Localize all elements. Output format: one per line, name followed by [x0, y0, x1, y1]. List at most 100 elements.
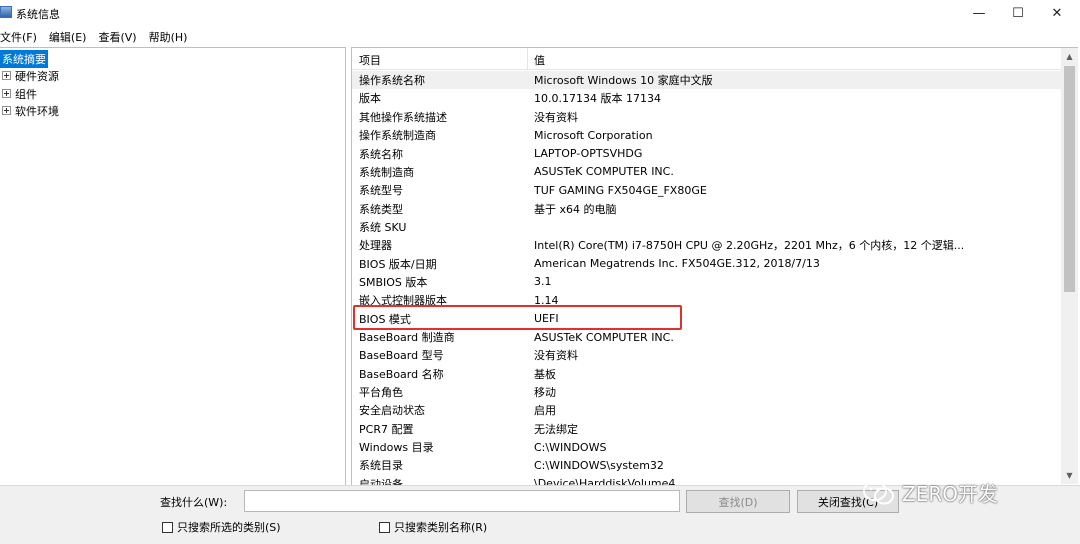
table-row[interactable]: 版本 10.0.17134 版本 17134: [352, 89, 1064, 107]
option-search-category-names[interactable]: 只搜索类别名称(R): [379, 519, 487, 535]
row-item-name: 平台角色: [359, 386, 403, 400]
expand-icon[interactable]: [2, 106, 11, 115]
wechat-logo-icon: [863, 480, 894, 504]
menu-file[interactable]: 文件(F): [0, 29, 43, 45]
details-list: 项目 值 操作系统名称 Microsoft Windows 10 家庭中文版 版本 1…: [351, 47, 1078, 485]
table-row[interactable]: 系统 SKU: [352, 218, 1064, 236]
table-row[interactable]: SMBIOS 版本 3.1: [352, 273, 1064, 291]
row-item-value: 1.14: [534, 293, 559, 307]
row-item-value: 启用: [534, 404, 556, 418]
window-title: 系统信息: [16, 8, 60, 21]
table-row[interactable]: BaseBoard 型号 没有资料: [352, 346, 1064, 364]
row-item-name: 其他操作系统描述: [359, 110, 447, 124]
row-item-value: Microsoft Corporation: [534, 128, 653, 142]
column-header-item[interactable]: 项目: [359, 52, 381, 68]
row-item-name: BIOS 模式: [359, 312, 411, 326]
table-row[interactable]: BIOS 版本/日期 American Megatrends Inc. FX504…: [352, 255, 1064, 273]
row-item-name: 处理器: [359, 239, 392, 253]
expand-icon[interactable]: [2, 89, 11, 98]
table-row[interactable]: 操作系统制造商 Microsoft Corporation: [352, 126, 1064, 144]
scroll-down-icon[interactable]: ▼: [1061, 467, 1078, 484]
row-item-name: BaseBoard 名称: [359, 367, 444, 381]
row-item-value: Intel(R) Core(TM) i7-8750H CPU @ 2.20GHz…: [534, 239, 965, 253]
table-row[interactable]: 系统类型 基于 x64 的电脑: [352, 199, 1064, 217]
minimize-icon: —: [972, 6, 986, 21]
row-item-value: 无法绑定: [534, 422, 578, 436]
table-row[interactable]: 其他操作系统描述 没有资料: [352, 108, 1064, 126]
row-item-value: Microsoft Windows 10 家庭中文版: [534, 74, 713, 88]
row-item-value: \Device\HarddiskVolume4: [534, 477, 676, 485]
row-item-value: 没有资料: [534, 349, 578, 363]
vertical-scrollbar[interactable]: ▲ ▼: [1061, 48, 1078, 484]
table-row[interactable]: 平台角色 移动: [352, 383, 1064, 401]
row-item-value: C:\WINDOWS: [534, 440, 607, 454]
row-item-value: C:\WINDOWS\system32: [534, 458, 664, 472]
row-item-value: 3.1: [534, 275, 552, 289]
table-row[interactable]: BaseBoard 名称 基板: [352, 365, 1064, 383]
menu-edit[interactable]: 编辑(E): [49, 29, 93, 45]
find-button[interactable]: 查找(D): [686, 490, 790, 513]
tree-item-label: 系统摘要: [0, 49, 48, 68]
row-item-name: PCR7 配置: [359, 422, 414, 436]
find-input[interactable]: [244, 490, 680, 512]
tree-item-components[interactable]: 组件: [0, 85, 37, 102]
table-row[interactable]: PCR7 配置 无法绑定: [352, 420, 1064, 438]
row-item-name: 系统名称: [359, 147, 403, 161]
maximize-icon: ☐: [1012, 6, 1024, 21]
tree-item-label: 组件: [15, 87, 37, 101]
row-item-name: 嵌入式控制器版本: [359, 294, 447, 308]
tree-item-label: 软件环境: [15, 104, 59, 118]
row-item-value: LAPTOP-OPTSVHDG: [534, 147, 643, 161]
table-row[interactable]: 安全启动状态 启用: [352, 401, 1064, 419]
table-row[interactable]: 处理器 Intel(R) Core(TM) i7-8750H CPU @ 2.20…: [352, 236, 1064, 254]
menu-help[interactable]: 帮助(H): [149, 29, 194, 45]
column-divider[interactable]: [527, 48, 528, 70]
row-item-name: 启动设备: [359, 477, 403, 485]
option-search-selected-category[interactable]: 只搜索所选的类别(S): [162, 519, 281, 535]
row-item-name: SMBIOS 版本: [359, 275, 428, 289]
row-item-value: TUF GAMING FX504GE_FX80GE: [534, 183, 707, 197]
checkbox-label: 只搜索所选的类别(S): [177, 521, 281, 534]
table-row[interactable]: Windows 目录 C:\WINDOWS: [352, 438, 1064, 456]
table-row[interactable]: BaseBoard 制造商 ASUSTeK COMPUTER INC.: [352, 328, 1064, 346]
checkbox[interactable]: [162, 521, 173, 533]
checkbox-label: 只搜索类别名称(R): [394, 521, 488, 534]
table-row[interactable]: 嵌入式控制器版本 1.14: [352, 291, 1064, 309]
tree-item-hardware-resources[interactable]: 硬件资源: [0, 67, 59, 84]
close-icon: ✕: [1051, 6, 1063, 21]
expand-icon[interactable]: [2, 71, 11, 80]
row-item-name: 安全启动状态: [359, 404, 425, 418]
row-item-value: 没有资料: [534, 110, 578, 124]
table-row[interactable]: 系统制造商 ASUSTeK COMPUTER INC.: [352, 163, 1064, 181]
row-item-name: 版本: [359, 92, 381, 106]
row-item-value: ASUSTeK COMPUTER INC.: [534, 165, 674, 179]
watermark: ZERO开发: [862, 478, 998, 507]
row-item-value: American Megatrends Inc. FX504GE.312, 20…: [534, 257, 820, 271]
row-item-value: UEFI: [534, 312, 559, 326]
menu-bar: 文件(F) 编辑(E) 查看(V) 帮助(H): [0, 27, 1080, 46]
scroll-thumb[interactable]: [1064, 66, 1075, 292]
row-item-value: 基于 x64 的电脑: [534, 202, 617, 216]
tree-item-label: 硬件资源: [15, 69, 59, 83]
checkbox[interactable]: [379, 521, 390, 533]
row-item-value: 基板: [534, 367, 556, 381]
row-item-name: 操作系统制造商: [359, 129, 436, 143]
row-item-name: 系统目录: [359, 459, 403, 473]
menu-view[interactable]: 查看(V): [98, 29, 142, 45]
row-item-name: 系统 SKU: [359, 220, 407, 234]
close-button[interactable]: ✕: [1034, 0, 1080, 27]
tree-item-system-summary[interactable]: 系统摘要: [0, 49, 48, 68]
category-tree: 系统摘要 硬件资源 组件 软件环境: [0, 47, 346, 485]
row-item-name: 系统类型: [359, 202, 403, 216]
table-row[interactable]: 系统目录 C:\WINDOWS\system32: [352, 456, 1064, 474]
row-item-name: Windows 目录: [359, 441, 434, 455]
list-header: 项目 值: [352, 48, 1064, 70]
tree-item-software-environment[interactable]: 软件环境: [0, 102, 59, 119]
column-header-value[interactable]: 值: [534, 52, 545, 68]
title-bar: 系统信息 — ☐ ✕: [0, 0, 1080, 27]
table-row[interactable]: 系统名称 LAPTOP-OPTSVHDG: [352, 144, 1064, 162]
table-row[interactable]: 系统型号 TUF GAMING FX504GE_FX80GE: [352, 181, 1064, 199]
table-row[interactable]: 操作系统名称 Microsoft Windows 10 家庭中文版: [352, 71, 1064, 90]
table-row[interactable]: BIOS 模式 UEFI: [352, 310, 1064, 328]
scroll-up-icon[interactable]: ▲: [1061, 48, 1078, 65]
